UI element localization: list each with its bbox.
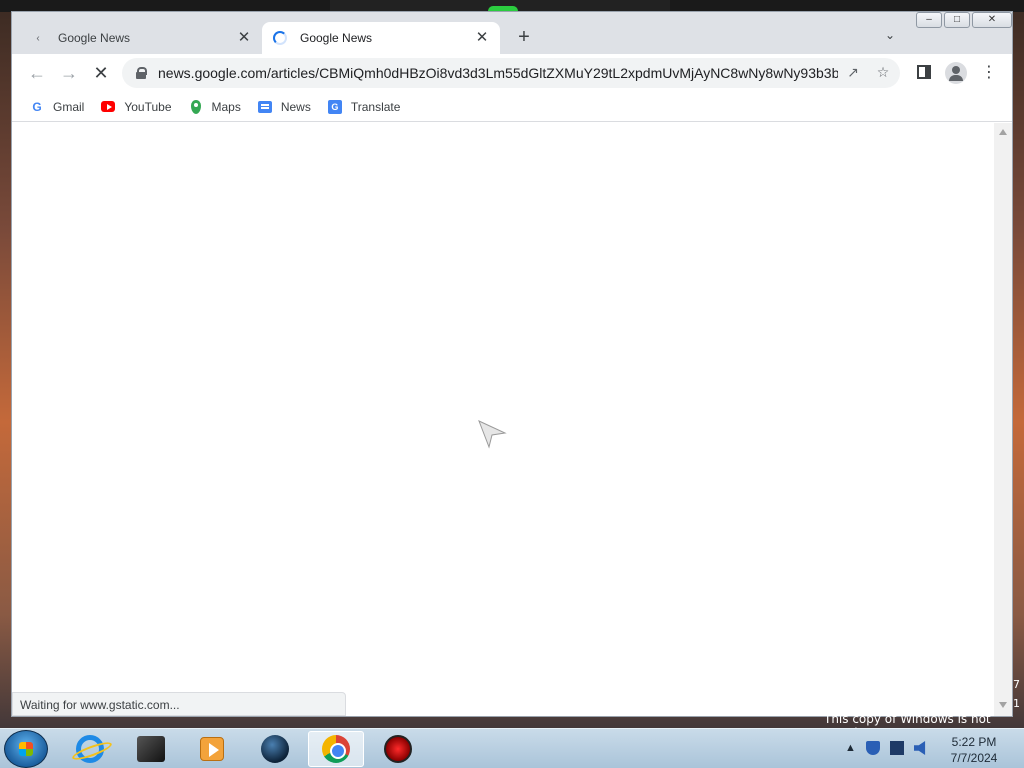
tab-google-news-2[interactable]: Google News ✕ (262, 22, 500, 54)
red-app-icon (384, 735, 412, 763)
tab-google-news-1[interactable]: ‹ Google News ✕ (20, 22, 262, 54)
share-icon[interactable]: ↗ (844, 64, 862, 82)
scroll-up-arrow-icon[interactable] (999, 129, 1007, 135)
bookmarks-bar: G Gmail YouTube Maps News G Translate (12, 92, 1012, 122)
globe-app-icon (261, 735, 289, 763)
lock-icon[interactable] (136, 67, 147, 79)
internet-explorer-icon (76, 735, 104, 763)
bookmark-label: YouTube (124, 99, 172, 114)
side-panel-icon (917, 65, 931, 79)
maximize-button[interactable]: □ (944, 12, 970, 28)
taskbar-internet-explorer[interactable] (62, 731, 118, 767)
address-bar[interactable]: news.google.com/articles/CBMiQmh0dHBzOi8… (122, 58, 900, 88)
taskbar-globe-app[interactable] (247, 731, 303, 767)
maps-pin-icon (189, 99, 203, 114)
browser-toolbar: ← → ✕ news.google.com/articles/CBMiQmh0d… (12, 54, 1012, 92)
loading-spinner-icon (272, 30, 288, 46)
page-content-area[interactable] (12, 123, 994, 716)
stop-loading-button[interactable]: ✕ (90, 63, 112, 85)
security-shield-icon[interactable] (865, 741, 880, 755)
taskbar-clock[interactable]: 5:22 PM 7/7/2024 (935, 734, 1013, 766)
url-text[interactable]: news.google.com/articles/CBMiQmh0dHBzOi8… (158, 65, 838, 81)
bookmark-youtube[interactable]: YouTube (101, 99, 172, 114)
tab-close-icon[interactable]: ✕ (474, 30, 490, 46)
network-monitor-icon[interactable] (889, 741, 904, 755)
bookmark-gmail[interactable]: G Gmail (30, 100, 84, 114)
start-button[interactable] (4, 730, 48, 768)
side-panel-button[interactable] (914, 65, 934, 85)
clock-time: 5:22 PM (951, 735, 997, 749)
new-tab-button[interactable]: + (512, 26, 536, 49)
tab-title: Google News (58, 31, 131, 45)
volume-speaker-icon[interactable] (913, 741, 926, 755)
chrome-menu-button[interactable]: ⋮ (979, 62, 999, 82)
bookmark-label: Translate (350, 99, 401, 114)
tab-strip: ‹ Google News ✕ Google News ✕ + ⌄ – □ ✕ (12, 12, 1012, 54)
news-icon (257, 100, 272, 114)
taskbar-black-app[interactable] (123, 731, 179, 767)
taskbar: ▲ 5:22 PM 7/7/2024 (0, 728, 1024, 768)
forward-button[interactable]: → (58, 63, 80, 85)
tab-favicon-icon: ‹ (36, 32, 40, 44)
back-button[interactable]: ← (26, 63, 48, 85)
edge-digit: 1 (1013, 697, 1020, 710)
youtube-icon (101, 100, 116, 114)
bookmark-translate[interactable]: G Translate (327, 99, 401, 114)
show-hidden-icons-icon[interactable]: ▲ (845, 742, 856, 754)
avatar (945, 62, 967, 84)
bookmark-label: Maps (211, 99, 241, 114)
tab-search-chevron-icon[interactable]: ⌄ (885, 28, 895, 42)
bookmark-label: News (280, 99, 311, 114)
close-window-button[interactable]: ✕ (972, 12, 1012, 28)
system-tray: ▲ (845, 741, 928, 755)
taskbar-red-app[interactable] (370, 731, 426, 767)
minimize-button[interactable]: – (916, 12, 942, 28)
bookmark-label: Gmail (53, 99, 85, 114)
taskbar-chrome[interactable] (308, 731, 364, 767)
tab-close-icon[interactable]: ✕ (236, 30, 252, 46)
google-g-icon: G (32, 99, 42, 114)
bookmark-maps[interactable]: Maps (189, 99, 241, 114)
mouse-cursor-icon (478, 420, 507, 449)
edge-digit: 7 (1013, 678, 1020, 691)
browser-window: ‹ Google News ✕ Google News ✕ + ⌄ – □ ✕ … (11, 11, 1013, 717)
profile-button[interactable] (945, 62, 967, 84)
bookmark-star-icon[interactable]: ☆ (874, 64, 892, 82)
bookmark-news[interactable]: News (257, 99, 311, 114)
scroll-down-arrow-icon[interactable] (999, 702, 1007, 708)
media-player-icon (200, 737, 224, 761)
status-bubble: Waiting for www.gstatic.com... (12, 692, 346, 716)
chrome-icon (322, 735, 350, 763)
clock-date: 7/7/2024 (950, 751, 998, 765)
tab-title: Google News (300, 31, 373, 45)
translate-icon: G (327, 99, 342, 114)
window-controls: – □ ✕ (916, 12, 1012, 28)
vertical-scrollbar[interactable] (994, 123, 1012, 716)
black-box-app-icon (137, 736, 165, 762)
taskbar-media-player[interactable] (184, 731, 240, 767)
